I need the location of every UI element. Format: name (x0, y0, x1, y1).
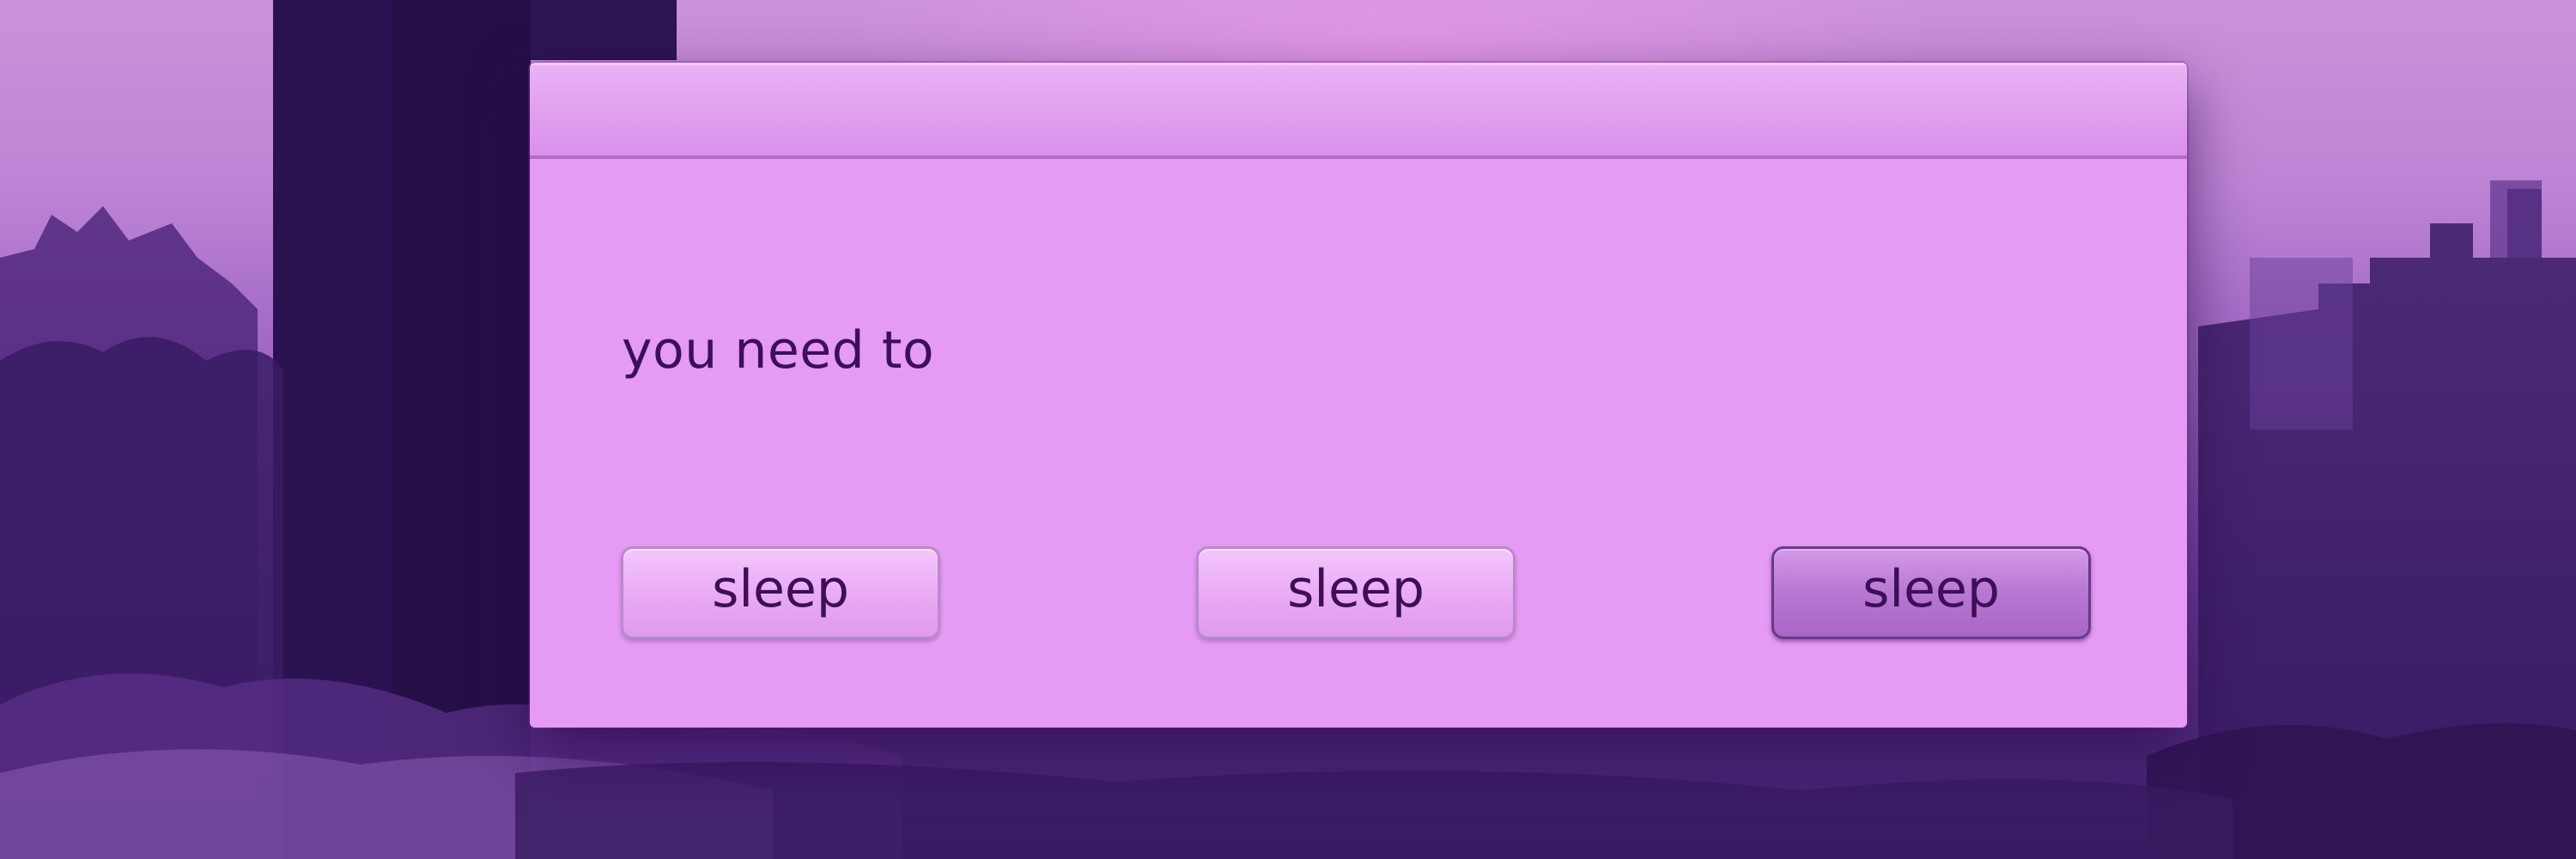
sleep-button-default[interactable]: sleep (1771, 546, 2091, 639)
dialog-titlebar[interactable] (530, 63, 2187, 159)
dialog-message: you need to (622, 320, 935, 381)
sleep-button-left[interactable]: sleep (621, 546, 940, 639)
sleep-button-middle[interactable]: sleep (1196, 546, 1516, 639)
alert-dialog: you need to sleep sleep sleep (530, 63, 2187, 728)
